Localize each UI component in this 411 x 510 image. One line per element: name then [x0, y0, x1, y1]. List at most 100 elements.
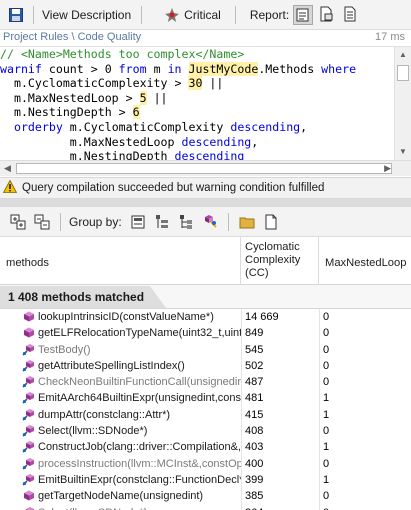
expand-all-icon[interactable]	[10, 214, 26, 230]
scroll-thumb[interactable]	[397, 65, 409, 81]
cyclomatic-complexity-value: 481	[245, 392, 264, 405]
table-row[interactable]: dumpAttr(constclang::Attr*) 415 1	[0, 407, 411, 423]
folder-icon[interactable]	[239, 214, 255, 230]
method-override-icon	[22, 424, 36, 438]
code-token: orderby	[0, 119, 63, 134]
max-nested-loop-value: 1	[323, 441, 330, 454]
table-row[interactable]: processInstruction(llvm::MCInst&,constOp…	[0, 456, 411, 472]
group-row[interactable]: 1 408 methods matched	[0, 285, 411, 309]
code-line[interactable]: orderby m.CyclomaticComplexity descendin…	[0, 120, 393, 135]
code-token: from	[111, 61, 147, 76]
table-row[interactable]: EmitBuiltinExpr(constclang::FunctionDecl…	[0, 472, 411, 488]
method-name[interactable]: Select(llvm::SDNode*)	[38, 423, 241, 439]
method-override-icon	[22, 440, 36, 454]
query-editor[interactable]: // <Name>Methods too complex</Name> warni…	[0, 46, 411, 176]
group-by-assembly-icon[interactable]	[130, 214, 146, 230]
report-grid-icon[interactable]	[341, 5, 361, 25]
table-row[interactable]: Select(llvm::SDNode*) 364 0	[0, 505, 411, 510]
cyclomatic-complexity-value: 14 669	[245, 311, 279, 323]
report-document-icon[interactable]	[317, 5, 337, 25]
method-name[interactable]: getELFRelocationTypeName(uint32_t,uint32…	[38, 325, 241, 341]
panel-splitter[interactable]	[0, 199, 411, 207]
column-divider	[319, 309, 320, 510]
editor-horizontal-scrollbar[interactable]: ◀ ▶	[0, 160, 411, 176]
method-name[interactable]: TestBody()	[38, 342, 241, 358]
cyclomatic-complexity-value: 403	[245, 441, 264, 454]
breadcrumb-path[interactable]: Project Rules \ Code Quality	[3, 31, 141, 43]
toolbar-separator	[60, 212, 61, 231]
scroll-right-icon[interactable]: ▶	[384, 163, 391, 174]
table-row[interactable]: ConstructJob(clang::driver::Compilation&…	[0, 439, 411, 455]
collapse-all-icon[interactable]	[34, 214, 50, 230]
group-by-type-icon[interactable]	[178, 214, 194, 230]
code-line[interactable]: m.NestingDepth > 6	[0, 105, 393, 120]
code-token: ,	[251, 134, 259, 149]
code-line[interactable]: m.CyclomaticComplexity > 30 ||	[0, 76, 393, 91]
column-header-methods[interactable]: methods	[0, 237, 241, 285]
table-row[interactable]: getTargetNodeName(unsignedint) 385 0	[0, 488, 411, 504]
method-name[interactable]: dumpAttr(constclang::Attr*)	[38, 407, 241, 423]
max-nested-loop-value: 0	[323, 376, 330, 389]
method-name[interactable]: CheckNeonBuiltinFunctionCall(unsignedint…	[38, 374, 241, 390]
scroll-down-icon[interactable]: ▼	[399, 147, 407, 156]
critical-icon[interactable]	[164, 7, 180, 23]
method-override-icon	[22, 375, 36, 389]
method-name[interactable]: getAttributeSpellingListIndex()	[38, 358, 241, 374]
table-row[interactable]: getAttributeSpellingListIndex() 502 0	[0, 358, 411, 374]
table-row[interactable]: CheckNeonBuiltinFunctionCall(unsignedint…	[0, 374, 411, 390]
cyclomatic-complexity-value: 545	[245, 343, 264, 356]
code-token: // <Name>Methods too complex</Name>	[0, 47, 245, 61]
method-name[interactable]: ConstructJob(clang::driver::Compilation&…	[38, 439, 241, 455]
code-token: JustMyCode	[188, 61, 259, 76]
code-token: where	[321, 61, 357, 76]
method-name[interactable]: processInstruction(llvm::MCInst&,constOp…	[38, 456, 241, 472]
table-row[interactable]: getELFRelocationTypeName(uint32_t,uint32…	[0, 325, 411, 341]
document-icon[interactable]	[263, 214, 279, 230]
table-row[interactable]: EmitAArch64BuiltinExpr(unsignedint,const…	[0, 390, 411, 406]
column-header-max-nested-loop[interactable]: MaxNestedLoop	[319, 237, 411, 285]
code-line[interactable]: // <Name>Methods too complex</Name>	[0, 47, 393, 62]
column-header-cyclomatic-complexity[interactable]: Cyclomatic Complexity (CC)	[241, 237, 319, 285]
cyclomatic-complexity-value: 400	[245, 457, 264, 470]
editor-vertical-scrollbar[interactable]: ▲ ▼	[394, 47, 411, 176]
method-override-icon	[22, 473, 36, 487]
max-nested-loop-value: 1	[323, 408, 330, 421]
code-token: 30	[188, 76, 203, 91]
method-name[interactable]: EmitAArch64BuiltinExpr(unsignedint,const…	[38, 390, 241, 406]
code-token: count >	[41, 61, 105, 76]
view-description-button[interactable]: View Description	[42, 8, 131, 22]
scroll-left-icon[interactable]: ◀	[4, 163, 11, 174]
code-token: m.NestingDepth >	[0, 105, 133, 120]
method-name[interactable]: lookupIntrinsicID(constValueName*)	[38, 309, 241, 325]
group-by-namespace-icon[interactable]	[154, 214, 170, 230]
method-override-icon	[22, 391, 36, 405]
scroll-up-icon[interactable]: ▲	[399, 50, 407, 59]
table-row[interactable]: Select(llvm::SDNode*) 408 0	[0, 423, 411, 439]
code-line[interactable]: m.MaxNestedLoop descending,	[0, 135, 393, 150]
method-name[interactable]: Select(llvm::SDNode*)	[38, 505, 241, 510]
method-name[interactable]: EmitBuiltinExpr(constclang::FunctionDecl…	[38, 472, 241, 488]
code-token: 5	[139, 90, 147, 105]
cyclomatic-complexity-value: 399	[245, 473, 264, 486]
group-tab[interactable]: 1 408 methods matched	[0, 286, 166, 308]
code-token: m.CyclomaticComplexity	[62, 119, 231, 134]
method-override-icon	[22, 359, 36, 373]
query-code[interactable]: // <Name>Methods too complex</Name> warni…	[0, 47, 393, 164]
save-icon[interactable]	[9, 7, 23, 22]
group-by-label: Group by:	[69, 214, 122, 229]
code-line[interactable]: warnif count > 0 from m in JustMyCode.Me…	[0, 61, 393, 77]
code-line[interactable]: m.MaxNestedLoop > 5 ||	[0, 90, 393, 106]
scroll-thumb[interactable]	[16, 163, 392, 174]
code-token: descending	[230, 119, 301, 134]
code-token: descending	[181, 134, 252, 149]
code-token: m.MaxNestedLoop >	[0, 90, 140, 105]
breadcrumb: Project Rules \ Code Quality 17 ms	[0, 30, 411, 46]
table-row[interactable]: TestBody() 545 0	[0, 342, 411, 358]
report-list-icon[interactable]	[293, 4, 314, 25]
code-token: ||	[146, 90, 168, 105]
group-by-method-icon[interactable]	[202, 214, 218, 230]
method-name[interactable]: getTargetNodeName(unsignedint)	[38, 488, 241, 504]
critical-button[interactable]: Critical	[184, 8, 221, 22]
table-row[interactable]: lookupIntrinsicID(constValueName*) 14 669…	[0, 309, 411, 325]
max-nested-loop-value: 1	[323, 392, 330, 405]
